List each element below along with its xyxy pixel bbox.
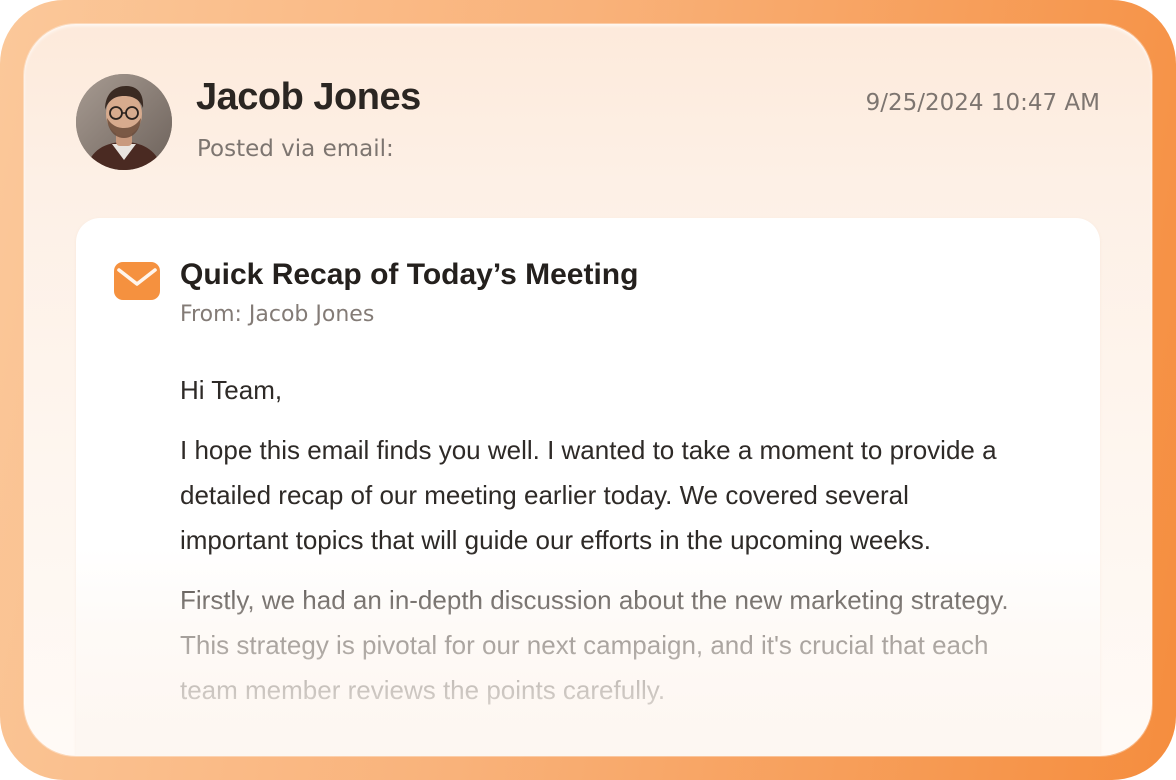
post-card: Jacob Jones Posted via email: 9/25/2024 … (24, 24, 1152, 756)
author-name[interactable]: Jacob Jones (196, 76, 421, 119)
email-greeting: Hi Team, (180, 375, 283, 405)
post-timestamp: 9/25/2024 10:47 AM (865, 90, 1100, 116)
posted-via-label: Posted via email: (197, 136, 394, 162)
email-preview[interactable]: Quick Recap of Today’s Meeting From: Jac… (76, 218, 1100, 756)
email-subject[interactable]: Quick Recap of Today’s Meeting (180, 258, 638, 292)
email-paragraph: Firstly, we had an in-depth discussion a… (180, 585, 1009, 705)
email-body: Hi Team, I hope this email finds you wel… (180, 368, 1020, 728)
envelope-icon (114, 262, 160, 300)
email-paragraph: I hope this email finds you well. I want… (180, 435, 997, 555)
email-sender: From: Jacob Jones (180, 302, 375, 327)
avatar[interactable] (76, 74, 172, 170)
